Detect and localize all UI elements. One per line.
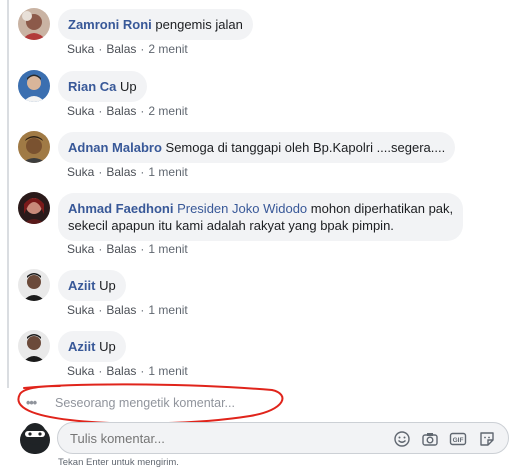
reply-thread-line	[7, 0, 9, 388]
avatar[interactable]	[18, 8, 50, 40]
camera-icon[interactable]	[421, 430, 439, 448]
comment-author[interactable]: Zamroni Roni	[68, 17, 152, 32]
comment-author[interactable]: Ahmad Faedhoni	[68, 201, 173, 216]
like-link[interactable]: Suka	[67, 303, 94, 317]
comment-timestamp[interactable]: 1 menit	[148, 303, 187, 317]
current-user-avatar[interactable]	[18, 420, 52, 454]
reply-link[interactable]: Balas	[106, 242, 136, 256]
comment-timestamp[interactable]: 1 menit	[148, 364, 187, 378]
comment-bubble: Adnan Malabro Semoga di tanggapi oleh Bp…	[58, 132, 456, 163]
gif-label: GIF	[453, 437, 464, 444]
composer-hint: Tekan Enter untuk mengirim.	[58, 457, 179, 468]
comment-timestamp[interactable]: 2 menit	[148, 104, 187, 118]
comment-text: Up	[120, 79, 137, 94]
comment-author[interactable]: Aziit	[68, 278, 95, 293]
like-link[interactable]: Suka	[67, 165, 94, 179]
comment-bubble: Ahmad Faedhoni Presiden Joko Widodo moho…	[58, 193, 464, 241]
comment-text-continued: sekecil apapun itu kami adalah rakyat ya…	[68, 218, 394, 233]
comment-text: mohon diperhatikan pak,	[310, 201, 454, 216]
avatar[interactable]	[18, 131, 50, 163]
comment-timestamp[interactable]: 2 menit	[148, 42, 187, 56]
avatar[interactable]	[18, 269, 50, 301]
sticker-icon[interactable]	[478, 430, 496, 448]
mention-link[interactable]: Presiden Joko Widodo	[177, 201, 307, 216]
comment-actions: Suka · Balas · 1 menit	[67, 364, 188, 378]
avatar[interactable]	[18, 192, 50, 224]
comment-text: Semoga di tanggapi oleh Bp.Kapolri ....s…	[165, 140, 446, 155]
comment-timestamp[interactable]: 1 menit	[148, 242, 187, 256]
comment-text: Up	[99, 278, 116, 293]
gif-icon[interactable]: GIF	[449, 430, 467, 448]
comment-bubble: Zamroni Roni pengemis jalan	[58, 9, 253, 40]
comment-author[interactable]: Aziit	[68, 339, 95, 354]
avatar[interactable]	[18, 70, 50, 102]
comment-bubble: Aziit Up	[58, 331, 126, 362]
reply-link[interactable]: Balas	[106, 303, 136, 317]
reply-link[interactable]: Balas	[106, 165, 136, 179]
comment-timestamp[interactable]: 1 menit	[148, 165, 187, 179]
comment-bubble: Rian Ca Up	[58, 71, 147, 102]
like-link[interactable]: Suka	[67, 364, 94, 378]
reply-link[interactable]: Balas	[106, 42, 136, 56]
emoji-icon[interactable]	[393, 430, 411, 448]
comment-text: pengemis jalan	[155, 17, 243, 32]
like-link[interactable]: Suka	[67, 42, 94, 56]
comment-bubble: Aziit Up	[58, 270, 126, 301]
comment-input[interactable]	[70, 431, 370, 446]
reply-link[interactable]: Balas	[106, 364, 136, 378]
avatar[interactable]	[18, 330, 50, 362]
comment-author[interactable]: Rian Ca	[68, 79, 116, 94]
comment-actions: Suka · Balas · 1 menit	[67, 303, 188, 317]
comment-actions: Suka · Balas · 2 menit	[67, 42, 188, 56]
comment-text: Up	[99, 339, 116, 354]
reply-link[interactable]: Balas	[106, 104, 136, 118]
comment-composer[interactable]: GIF	[57, 422, 509, 454]
comment-author[interactable]: Adnan Malabro	[68, 140, 162, 155]
like-link[interactable]: Suka	[67, 104, 94, 118]
like-link[interactable]: Suka	[67, 242, 94, 256]
comment-actions: Suka · Balas · 2 menit	[67, 104, 188, 118]
comment-actions: Suka · Balas · 1 menit	[67, 242, 188, 256]
comment-actions: Suka · Balas · 1 menit	[67, 165, 188, 179]
